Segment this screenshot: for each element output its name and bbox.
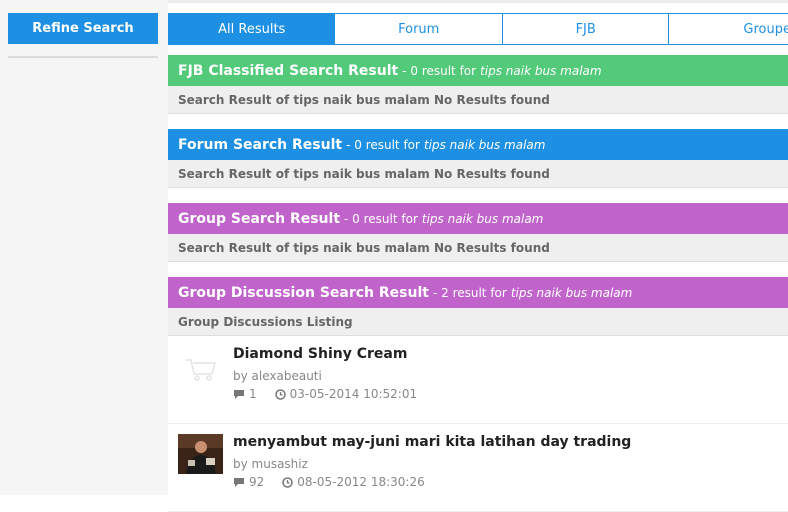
discussion-section-title: Group Discussion Search Result xyxy=(178,284,429,301)
sidebar: Refine Search xyxy=(0,0,168,495)
discussion-title-link[interactable]: Diamond Shiny Cream xyxy=(233,346,407,362)
fjb-section-title: FJB Classified Search Result xyxy=(178,62,399,79)
refine-search-button[interactable]: Refine Search xyxy=(8,13,158,44)
discussion-title-link[interactable]: menyambut may-juni mari kita latihan day… xyxy=(233,434,631,450)
result-tabs: All Results Forum FJB Groupee xyxy=(168,13,788,45)
fjb-section: FJB Classified Search Result - 0 result … xyxy=(168,55,788,114)
discussion-section-header: Group Discussion Search Result - 2 resul… xyxy=(168,277,788,308)
discussion-author: by alexabeauti xyxy=(233,369,322,383)
sidebar-divider xyxy=(8,56,158,58)
fjb-query: tips naik bus malam xyxy=(480,63,602,78)
reply-count: 92 xyxy=(249,475,265,489)
discussion-meta: 92 08-05-2012 18:30:26 xyxy=(233,475,425,489)
group-query: tips naik bus malam xyxy=(421,211,544,226)
discussion-query: tips naik bus malam xyxy=(510,285,633,300)
forum-section-title: Forum Search Result xyxy=(178,136,343,153)
group-section-title: Group Search Result xyxy=(178,210,341,227)
post-date: 03-05-2014 10:52:01 xyxy=(289,387,418,401)
forum-section: Forum Search Result - 0 result for tips … xyxy=(168,129,788,188)
reply-count: 1 xyxy=(249,387,257,401)
group-result-count: - 0 result for xyxy=(344,211,418,226)
group-section-header: Group Search Result - 0 result for tips … xyxy=(168,203,788,234)
group-no-results-message: Search Result of tips naik bus malam No … xyxy=(168,234,788,262)
clock-icon xyxy=(274,388,286,400)
fjb-result-count: - 0 result for xyxy=(402,63,477,78)
tab-forum[interactable]: Forum xyxy=(335,13,503,45)
comment-icon xyxy=(234,477,244,487)
clock-icon xyxy=(282,476,294,488)
comment-icon xyxy=(234,389,244,399)
list-item: Diamond Shiny Cream by alexabeauti 1 03-… xyxy=(168,336,788,424)
tab-all-results[interactable]: All Results xyxy=(168,13,336,45)
discussion-author: by musashiz xyxy=(233,457,308,471)
fjb-no-results-message: Search Result of tips naik bus malam No … xyxy=(168,86,788,114)
forum-no-results-message: Search Result of tips naik bus malam No … xyxy=(168,160,788,188)
discussion-meta: 1 03-05-2014 10:52:01 xyxy=(233,387,417,401)
forum-query: tips naik bus malam xyxy=(423,137,546,152)
tab-fjb[interactable]: FJB xyxy=(502,13,670,45)
post-date: 08-05-2012 18:30:26 xyxy=(297,475,425,489)
discussion-section: Group Discussion Search Result - 2 resul… xyxy=(168,277,788,336)
discussion-listing-label: Group Discussions Listing xyxy=(168,308,788,336)
fjb-section-header: FJB Classified Search Result - 0 result … xyxy=(168,55,788,86)
forum-result-count: - 0 result for xyxy=(346,137,420,152)
avatar[interactable] xyxy=(178,434,223,474)
tab-groupee-label: Groupee xyxy=(743,21,788,37)
tab-groupee[interactable]: Groupee xyxy=(669,13,788,45)
discussion-result-count: - 2 result for xyxy=(432,285,507,300)
group-section: Group Search Result - 0 result for tips … xyxy=(168,203,788,262)
cart-thumbnail-icon[interactable] xyxy=(178,346,223,386)
forum-section-header: Forum Search Result - 0 result for tips … xyxy=(168,129,788,160)
list-item: menyambut may-juni mari kita latihan day… xyxy=(168,424,788,512)
